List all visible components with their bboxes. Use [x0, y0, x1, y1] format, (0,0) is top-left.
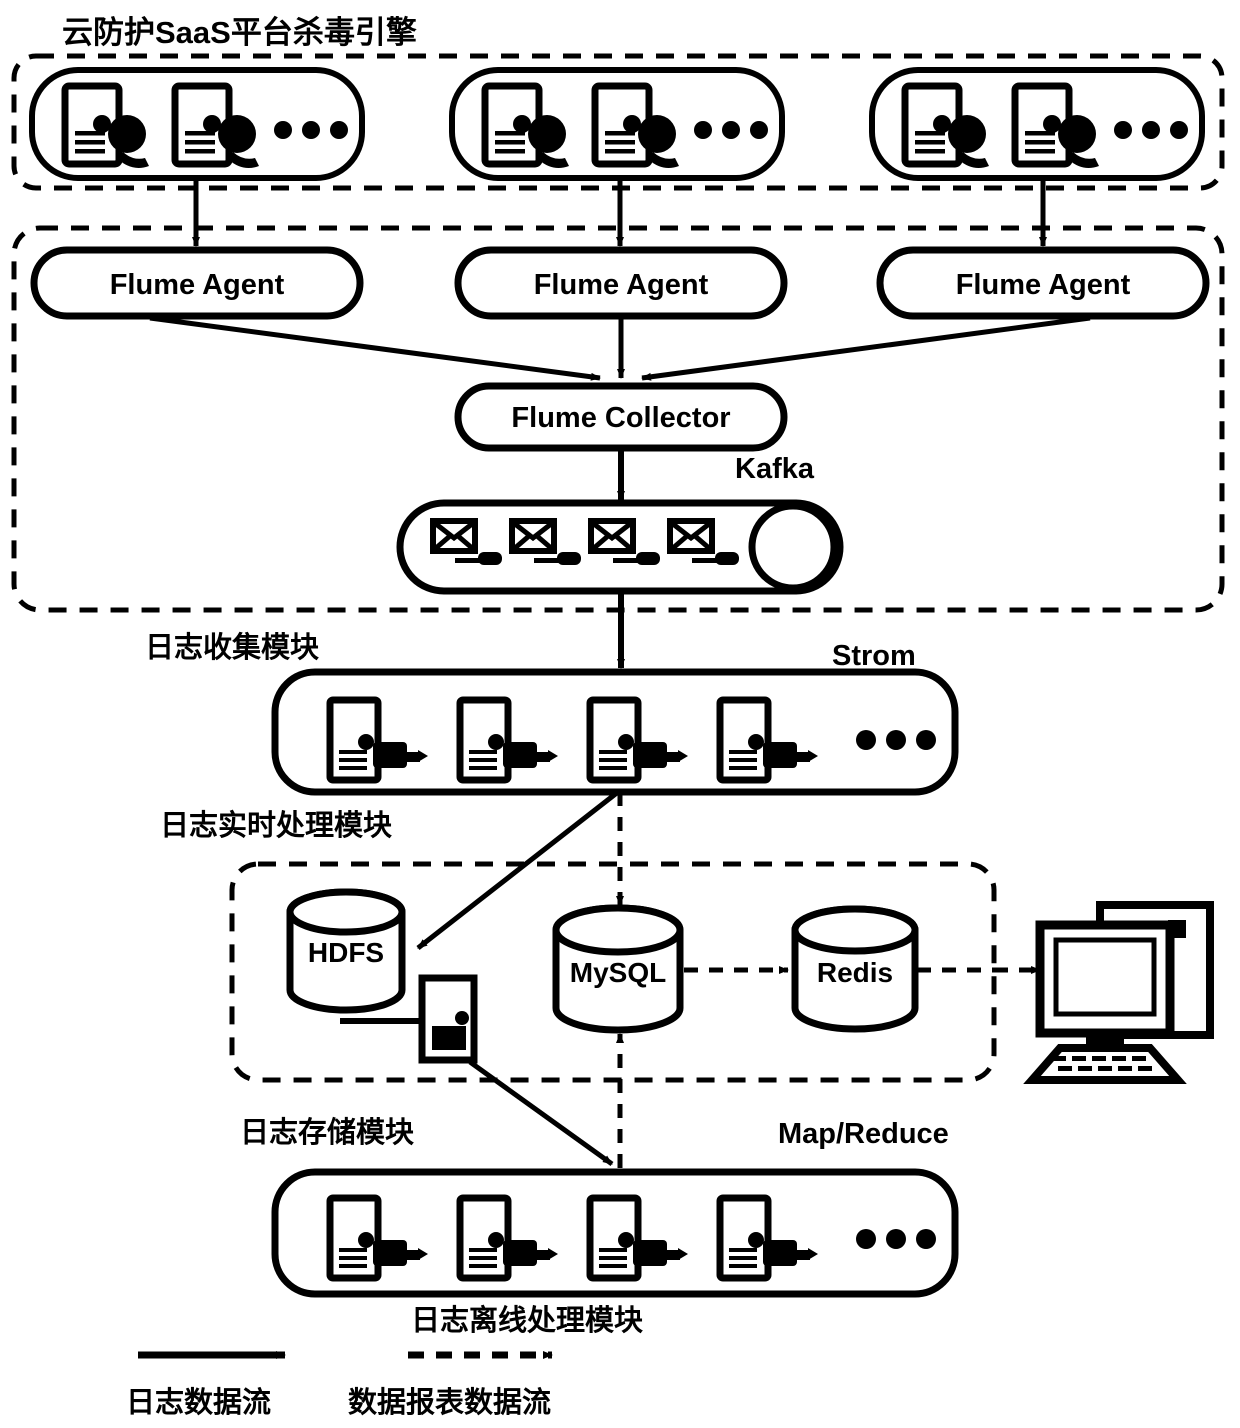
flow-storage-to-mapreduce [468, 1059, 614, 1167]
mysql-label: MySQL [570, 957, 666, 988]
legend-dashed-label: 数据报表数据流 [348, 1386, 551, 1419]
flow-agent1-to-collector [149, 315, 601, 381]
flume-agent-1-label: Flume Agent [110, 269, 285, 301]
mapreduce-label: Map/Reduce [778, 1118, 949, 1150]
flume-agent-2-label: Flume Agent [534, 269, 709, 301]
flume-agent-3-label: Flume Agent [956, 269, 1131, 301]
kafka-head-circle [748, 502, 838, 592]
log-collect-module-label: 日志收集模块 [145, 631, 319, 664]
redis-label: Redis [817, 957, 893, 988]
strom-label: Strom [832, 640, 916, 672]
hdfs-label: HDFS [308, 937, 384, 968]
flow-agent3-to-collector [641, 315, 1091, 381]
diagram-title: 云防护SaaS平台杀毒引擎 [62, 15, 417, 50]
log-offline-module-label: 日志离线处理模块 [411, 1303, 643, 1337]
flume-collector-label: Flume Collector [511, 402, 730, 434]
log-realtime-module-label: 日志实时处理模块 [160, 808, 392, 842]
report-monitor-icon [1023, 901, 1214, 1084]
legend-solid-label: 日志数据流 [126, 1386, 271, 1419]
kafka-label: Kafka [735, 453, 815, 485]
architecture-diagram: 云防护SaaS平台杀毒引擎 Flume Agent Flume Agent Fl… [0, 0, 1240, 1428]
log-storage-module-label: 日志存储模块 [240, 1116, 414, 1149]
